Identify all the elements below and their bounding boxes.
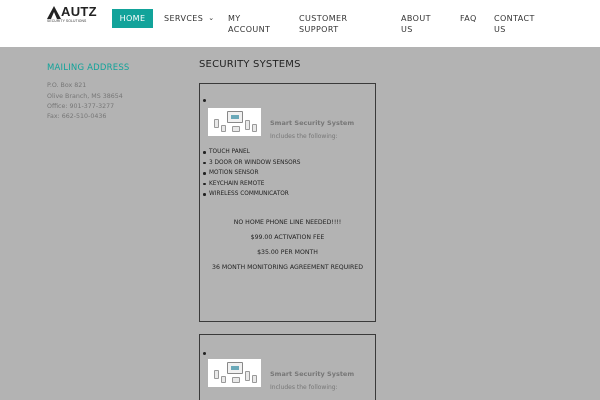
page-title: SECURITY SYSTEMS: [199, 59, 301, 70]
product-image[interactable]: [208, 359, 261, 387]
product-card: Smart Security System Includes the follo…: [199, 83, 376, 322]
list-item: KEYCHAIN REMOTE: [203, 179, 300, 190]
logo-mark-icon: [47, 6, 61, 19]
chevron-down-icon: ⌄: [208, 14, 215, 22]
address-line-fax: Fax: 662-510-0436: [47, 113, 107, 120]
logo-subtext: SECURITY SOLUTIONS: [47, 19, 87, 23]
nav-faq[interactable]: FAQ: [460, 13, 477, 24]
nav-faq-label: FAQ: [460, 14, 477, 23]
nav-about-us[interactable]: ABOUT US: [401, 13, 436, 35]
nav-my-account-label: MY ACCOUNT: [228, 14, 271, 34]
remote-icon: [252, 124, 257, 132]
sensor-icon: [214, 119, 219, 128]
note-agreement: 36 MONTH MONITORING AGREEMENT REQUIRED: [212, 264, 363, 271]
list-item: TOUCH PANEL: [203, 147, 300, 158]
nav-about-us-label: ABOUT US: [401, 14, 431, 34]
feature-list: TOUCH PANEL 3 DOOR OR WINDOW SENSORS MOT…: [203, 147, 300, 200]
site-logo[interactable]: AUTZ SECURITY SOLUTIONS: [47, 4, 97, 24]
address-line-city: Olive Branch, MS 38654: [47, 93, 123, 100]
communicator-icon: [232, 377, 240, 383]
product-subtitle: Includes the following:: [270, 384, 338, 391]
nav-home[interactable]: HOME: [112, 9, 153, 28]
sensor-icon: [245, 120, 250, 130]
list-bullet: [203, 99, 206, 102]
communicator-icon: [232, 126, 240, 132]
sensor-icon: [214, 370, 219, 379]
product-subtitle: Includes the following:: [270, 133, 338, 140]
nav-contact-us[interactable]: CONTACT US: [494, 13, 534, 35]
product-image[interactable]: [208, 108, 261, 136]
address-line-office: Office: 901-377-3277: [47, 103, 115, 110]
touch-panel-icon: [227, 362, 243, 374]
nav-services-label: SERVCES: [164, 14, 204, 23]
nav-home-label: HOME: [119, 14, 146, 23]
sensor-icon: [245, 371, 250, 381]
nav-contact-us-label: CONTACT US: [494, 14, 535, 34]
remote-icon: [252, 375, 257, 383]
site-header: AUTZ SECURITY SOLUTIONS HOME SERVCES ⌄ MY…: [0, 0, 600, 47]
list-bullet: [203, 352, 206, 355]
note-no-phone-line: NO HOME PHONE LINE NEEDED!!!!: [233, 219, 342, 226]
list-item: MOTION SENSOR: [203, 168, 300, 179]
product-name: Smart Security System: [270, 370, 355, 378]
mailing-address-heading: MAILING ADDRESS: [47, 63, 130, 73]
product-card: Smart Security System Includes the follo…: [199, 334, 376, 400]
note-monthly-price: $35.00 PER MONTH: [257, 249, 318, 256]
nav-customer-support[interactable]: CUSTOMER SUPPORT: [299, 13, 369, 35]
list-item: 3 DOOR OR WINDOW SENSORS: [203, 158, 300, 169]
logo-text: AUTZ: [61, 4, 97, 19]
address-line-pobox: P.O. Box 821: [47, 82, 87, 89]
touch-panel-icon: [227, 111, 243, 123]
nav-services[interactable]: SERVCES ⌄: [164, 13, 215, 25]
sensor-icon: [221, 376, 226, 383]
nav-customer-support-label: CUSTOMER SUPPORT: [299, 14, 348, 34]
nav-my-account[interactable]: MY ACCOUNT: [228, 13, 271, 35]
product-name: Smart Security System: [270, 119, 355, 127]
note-activation-fee: $99.00 ACTIVATION FEE: [250, 234, 325, 241]
list-item: WIRELESS COMMUNICATOR: [203, 189, 300, 200]
sensor-icon: [221, 125, 226, 132]
